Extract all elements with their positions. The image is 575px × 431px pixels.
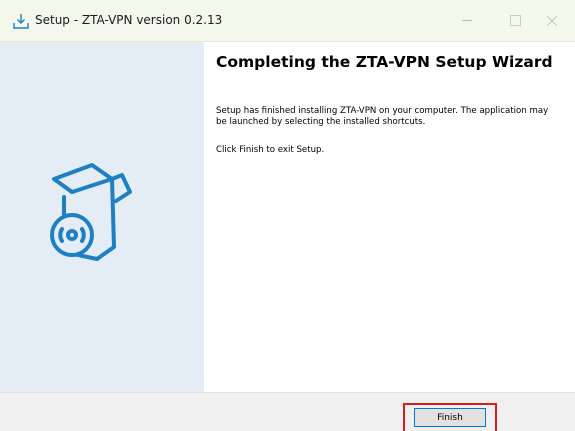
close-icon: [547, 15, 557, 26]
wizard-content: Completing the ZTA-VPN Setup Wizard Setu…: [204, 42, 575, 392]
wizard-banner: [0, 42, 204, 392]
minimize-icon: [462, 20, 472, 21]
button-bar: Finish: [0, 392, 575, 431]
finish-button[interactable]: Finish: [414, 408, 486, 427]
window-title: Setup - ZTA-VPN version 0.2.13: [35, 13, 223, 27]
title-bar[interactable]: Setup - ZTA-VPN version 0.2.13: [0, 0, 575, 42]
close-button[interactable]: [529, 0, 575, 41]
maximize-icon: [509, 15, 521, 26]
software-box-disc-icon: [50, 163, 132, 261]
setup-app-icon: [13, 14, 29, 29]
page-title: Completing the ZTA-VPN Setup Wizard: [216, 53, 553, 71]
minimize-button[interactable]: [444, 0, 490, 41]
finished-message: Setup has finished installing ZTA-VPN on…: [216, 106, 549, 127]
setup-window: Setup - ZTA-VPN version 0.2.13 Completin…: [0, 0, 575, 431]
exit-instruction: Click Finish to exit Setup.: [216, 145, 325, 155]
